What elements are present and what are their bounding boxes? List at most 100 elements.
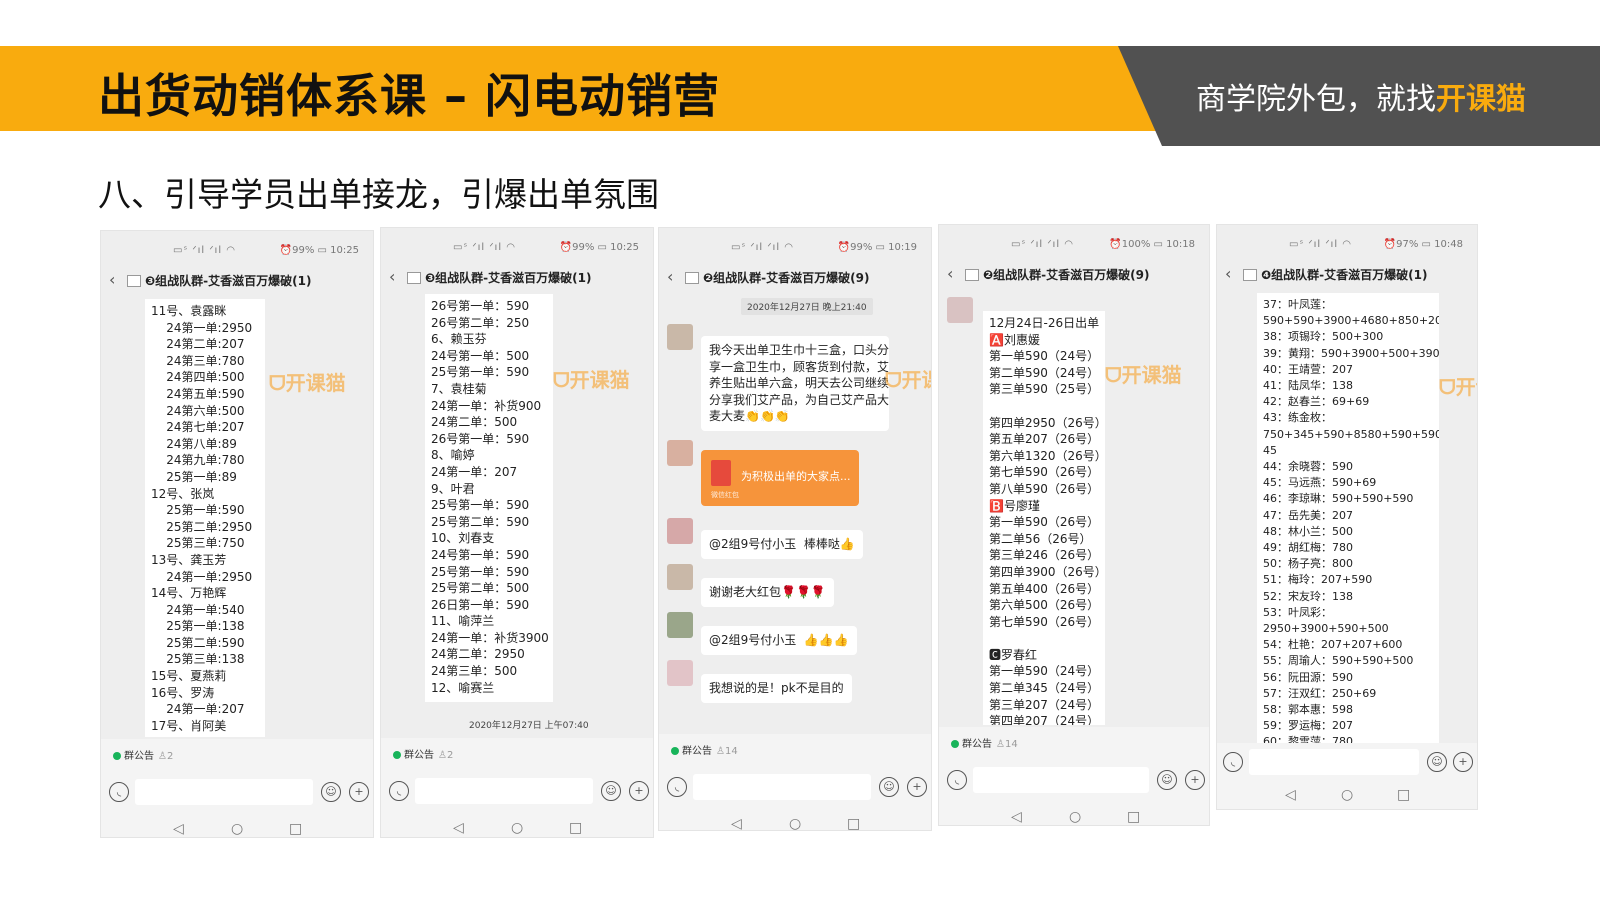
group-title-text: ❷组战队群-艾香滋百万爆破(9)	[703, 271, 870, 285]
voice-icon[interactable]: ◟	[1223, 752, 1243, 772]
notice-label: 群公告	[962, 739, 992, 750]
nav-home-icon[interactable]: ○	[511, 820, 523, 836]
emoji-icon[interactable]: ☺	[321, 782, 341, 802]
sender-avatar[interactable]	[667, 660, 693, 686]
nav-recent-icon[interactable]: □	[1127, 809, 1140, 825]
status-bar: ▭ˢ ᐟıl ᐟıl ◠ ⏰99% ▭ 10:19	[659, 236, 931, 260]
sender-avatar[interactable]	[667, 564, 693, 590]
sender-avatar[interactable]	[947, 297, 973, 323]
group-title: ❹组战队群-艾香滋百万爆破(1)	[1243, 266, 1427, 283]
message-input[interactable]	[973, 767, 1149, 793]
watermark-text: ᗜ开课猫	[885, 368, 931, 392]
nav-recent-icon[interactable]: □	[569, 820, 582, 836]
emoji-icon[interactable]: ☺	[879, 777, 899, 797]
sender-avatar[interactable]	[667, 612, 693, 638]
header-slogan: 商学院外包，就找开课猫	[1196, 74, 1526, 118]
watermark-logo: ᗜ开课猫	[1439, 371, 1477, 400]
nav-back-icon[interactable]: ◁	[453, 820, 464, 836]
voice-icon[interactable]: ◟	[947, 770, 967, 790]
red-packet-text: 为积极出单的大家点...	[741, 470, 851, 483]
chat-bubble: 我想说的是！pk不是目的	[701, 674, 852, 703]
nav-back-icon[interactable]: ◁	[731, 816, 742, 830]
back-arrow-icon[interactable]: ‹	[667, 267, 673, 286]
input-row: ◟ ☺ +	[381, 776, 653, 808]
nav-recent-icon[interactable]: □	[847, 816, 860, 830]
nav-recent-icon[interactable]: □	[1397, 787, 1410, 803]
signal-icons: ▭ˢ ᐟıl ᐟıl ◠	[173, 245, 237, 256]
notice-label: 群公告	[682, 746, 712, 757]
watermark-logo: ᗜ开课猫	[553, 364, 630, 393]
nav-back-icon[interactable]: ◁	[1011, 809, 1022, 825]
back-arrow-icon[interactable]: ‹	[1225, 264, 1231, 283]
nav-recent-icon[interactable]: □	[289, 821, 302, 837]
back-arrow-icon[interactable]: ‹	[389, 267, 395, 286]
group-note-content: 37：叶凤莲： 590+590+3900+4680+850+207 38：项锡玲…	[1257, 293, 1439, 743]
plus-icon[interactable]: +	[1453, 752, 1473, 772]
note-icon	[965, 269, 979, 281]
voice-icon[interactable]: ◟	[667, 777, 687, 797]
course-title: 出货动销体系课 – 闪电动销营	[98, 69, 721, 123]
message-input[interactable]	[693, 774, 871, 800]
battery-time: ⏰97% ▭ 10:48	[1383, 239, 1463, 250]
chat-bubble: @2组9号付小玉 👍👍👍	[701, 626, 857, 655]
system-nav: ◁ ○ □	[101, 819, 373, 837]
nav-back-icon[interactable]: ◁	[1285, 787, 1296, 803]
phone-screenshot-4: ▭ˢ ᐟıl ᐟıl ◠ ⏰100% ▭ 10:18 ‹ ❷组战队群-艾香滋百万…	[938, 224, 1210, 826]
group-title-text: ❹组战队群-艾香滋百万爆破(1)	[1261, 268, 1428, 282]
emoji-icon[interactable]: ☺	[1427, 752, 1447, 772]
plus-icon[interactable]: +	[629, 781, 649, 801]
group-title: ❷组战队群-艾香滋百万爆破(9)	[685, 269, 869, 286]
nav-back-icon[interactable]: ◁	[173, 821, 184, 837]
plus-icon[interactable]: +	[349, 782, 369, 802]
input-row: ◟ ☺ +	[939, 765, 1209, 797]
red-packet-source: 微信红包	[711, 491, 739, 499]
voice-icon[interactable]: ◟	[109, 782, 129, 802]
message-input[interactable]	[1249, 749, 1419, 775]
notice-count: ♙2	[438, 750, 454, 761]
status-bar: ▭ˢ ᐟıl ᐟıl ◠ ⏰100% ▭ 10:18	[939, 233, 1209, 257]
slogan-brand: 开课猫	[1436, 82, 1526, 117]
phone-screenshot-1: ▭ˢ ᐟıl ᐟıl ◠ ⏰99% ▭ 10:25 ‹ ❸组战队群-艾香滋百万爆…	[100, 230, 374, 838]
chat-bottom-bar: 群公告 ♙14 ◟ ☺ + ◁ ○ □	[659, 734, 931, 830]
sender-avatar[interactable]	[667, 518, 693, 544]
signal-icons: ▭ˢ ᐟıl ᐟıl ◠	[1289, 239, 1353, 250]
nav-home-icon[interactable]: ○	[789, 816, 801, 830]
emoji-icon[interactable]: ☺	[1157, 770, 1177, 790]
chat-bubble: 谢谢老大红包🌹🌹🌹	[701, 578, 834, 607]
nav-home-icon[interactable]: ○	[1341, 787, 1353, 803]
red-envelope-icon	[711, 460, 731, 486]
sender-avatar[interactable]	[667, 440, 693, 466]
group-notice[interactable]: 群公告 ♙2	[113, 747, 173, 762]
group-notice[interactable]: 群公告 ♙14	[951, 735, 1018, 750]
status-bar: ▭ˢ ᐟıl ᐟıl ◠ ⏰99% ▭ 10:25	[101, 239, 373, 263]
plus-icon[interactable]: +	[907, 777, 927, 797]
emoji-icon[interactable]: ☺	[601, 781, 621, 801]
chat-bottom-bar: 群公告 ♙14 ◟ ☺ + ◁ ○ □	[939, 727, 1209, 825]
chat-bubble: @2组9号付小玉 棒棒哒👍	[701, 530, 863, 559]
input-row: ◟ ☺ +	[101, 777, 373, 809]
group-note-content: 12月24日-26日出单 🅰️刘惠媛 第一单590（24号） 第二单590（24…	[983, 311, 1105, 725]
message-input[interactable]	[135, 779, 313, 805]
notice-label: 群公告	[124, 751, 154, 762]
back-arrow-icon[interactable]: ‹	[947, 264, 953, 283]
phone-screenshot-2: ▭ˢ ᐟıl ᐟıl ◠ ⏰99% ▭ 10:25 ‹ ❸组战队群-艾香滋百万爆…	[380, 227, 654, 838]
notice-dot-icon	[951, 740, 959, 748]
notice-label: 群公告	[404, 750, 434, 761]
chat-nav-bar: ‹ ❸组战队群-艾香滋百万爆破(1)	[101, 265, 373, 293]
back-arrow-icon[interactable]: ‹	[109, 270, 115, 289]
phone-screenshot-3: ▭ˢ ᐟıl ᐟıl ◠ ⏰99% ▭ 10:19 ‹ ❷组战队群-艾香滋百万爆…	[658, 227, 932, 831]
sender-avatar[interactable]	[667, 324, 693, 350]
battery-time: ⏰100% ▭ 10:18	[1109, 239, 1195, 250]
message-input[interactable]	[415, 778, 593, 804]
nav-home-icon[interactable]: ○	[1069, 809, 1081, 825]
voice-icon[interactable]: ◟	[389, 781, 409, 801]
group-notice[interactable]: 群公告 ♙2	[393, 746, 453, 761]
watermark-text: ᗜ开课猫	[269, 371, 346, 395]
chat-nav-bar: ‹ ❷组战队群-艾香滋百万爆破(9)	[659, 262, 931, 290]
group-title: ❸组战队群-艾香滋百万爆破(1)	[407, 269, 591, 286]
plus-icon[interactable]: +	[1185, 770, 1205, 790]
chat-nav-bar: ‹ ❷组战队群-艾香滋百万爆破(9)	[939, 259, 1209, 287]
nav-home-icon[interactable]: ○	[231, 821, 243, 837]
red-packet-message[interactable]: 为积极出单的大家点... 微信红包	[701, 450, 859, 506]
group-notice[interactable]: 群公告 ♙14	[671, 742, 738, 757]
